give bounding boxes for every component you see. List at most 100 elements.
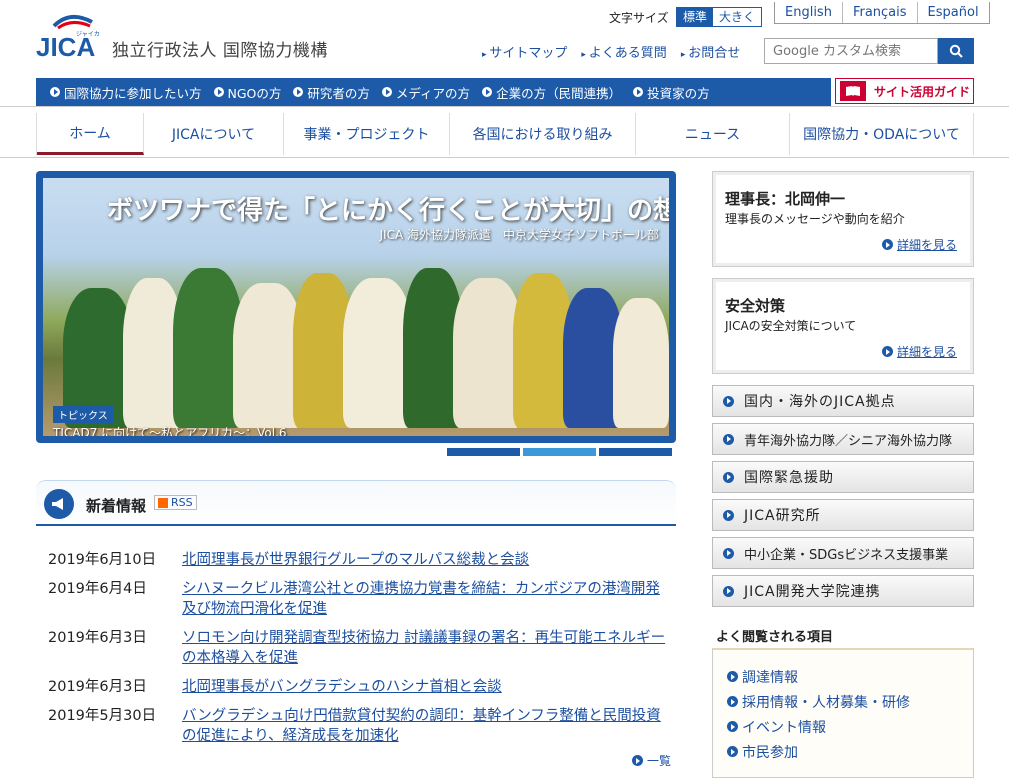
sidebar-link-label: JICA開発大学院連携 [744,584,881,600]
audience-item-ngo[interactable]: NGOの方 [213,83,282,102]
arrow-circle-icon [381,87,392,97]
card-more-link[interactable]: 詳細を見る [881,236,957,253]
search-input[interactable] [764,38,938,64]
arrow-circle-icon [723,509,734,521]
sidebar-link-research[interactable]: JICA研究所 [712,499,974,531]
nav-countries[interactable]: 各国における取り組み [450,113,636,155]
carousel-dot-1[interactable] [447,448,520,456]
audience-item-business[interactable]: 企業の方（民間連携） [482,83,621,102]
font-size-large-button[interactable]: 大きく [713,8,762,26]
hero-photo: ボツワナで得た「とにかく行くことが大切」の想い JICA 海外協力隊派遣 中京大… [43,178,669,436]
audience-item-participate[interactable]: 国際協力に参加したい方 [50,83,202,102]
carousel-dot-2[interactable] [523,448,596,456]
topic-tag: トピックス [53,406,113,423]
hero-subtitle: JICA 海外協力隊派遣 中京大学女子ソフトボール部 [379,228,659,242]
card-desc: JICAの安全対策について [725,319,857,333]
news-item: 2019年6月3日 ソロモン向け開発調査型技術協力 討議議事録の署名：再生可能エ… [48,628,678,668]
jica-logo[interactable]: JICA ジャイカ [36,12,100,62]
frequent-label: イベント情報 [742,719,826,736]
news-link[interactable]: シハヌークビル港湾公社との連携協力覚書を締結：カンボジアの港湾開発及び物流円滑化… [182,579,674,619]
arrow-circle-icon [727,746,738,757]
sidebar-link-label: 国内・海外のJICA拠点 [744,394,896,410]
nav-home[interactable]: ホーム [37,113,144,155]
search-box [764,38,974,64]
lang-spanish-link[interactable]: Español [918,2,989,23]
card-desc: 理事長のメッセージや動向を紹介 [725,212,905,226]
audience-item-investor[interactable]: 投資家の方 [633,83,710,102]
arrow-circle-icon [727,721,738,732]
search-icon [949,44,963,58]
nav-news[interactable]: ニュース [636,113,790,155]
audience-item-media[interactable]: メディアの方 [381,83,471,102]
utility-links: サイトマップ よくある質問 お問合せ [482,42,740,61]
arrow-circle-icon [881,346,893,357]
card-more-label: 詳細を見る [896,238,957,252]
news-link[interactable]: ソロモン向け開発調査型技術協力 討議議事録の署名：再生可能エネルギーの本格導入を… [182,628,674,668]
frequent-item[interactable]: 調達情報 [727,664,973,689]
safety-card: 安全対策 JICAの安全対策について 詳細を見る [712,278,974,374]
contact-link[interactable]: お問合せ [681,42,740,61]
audience-label: NGOの方 [227,85,282,101]
org-name: 独立行政法人 国際協力機構 [112,41,328,61]
hero-title: ボツワナで得た「とにかく行くことが大切」の想い [107,196,669,226]
site-guide-button[interactable]: サイト活用ガイド [835,78,974,104]
nav-oda[interactable]: 国際協力・ODAについて [790,113,974,155]
audience-nav: 国際協力に参加したい方 NGOの方 研究者の方 メディアの方 企業の方（民間連携… [36,78,831,106]
rss-link[interactable]: RSS [154,495,197,510]
arrow-circle-icon [213,87,224,97]
sitemap-link[interactable]: サイトマップ [482,42,567,61]
megaphone-icon [44,489,74,519]
frequent-label: 市民参加 [742,744,798,761]
lang-french-link[interactable]: Français [843,2,918,23]
rss-label: RSS [171,496,193,509]
frequent-title: よく閲覧される項目 [716,630,834,645]
frequent-item[interactable]: 採用情報・人材募集・研修 [727,689,973,714]
news-more-label: 一覧 [647,754,672,768]
font-size-label: 文字サイズ [609,11,669,25]
arrow-circle-icon [723,547,734,559]
card-more-link[interactable]: 詳細を見る [881,343,957,360]
frequent-item[interactable]: イベント情報 [727,714,973,739]
nav-projects[interactable]: 事業・プロジェクト [284,113,450,155]
news-date: 2019年6月3日 [48,679,147,695]
sidebar-link-label: 国際緊急援助 [744,470,834,486]
card-title: 安全対策 [725,297,786,315]
sidebar-link-sme[interactable]: 中小企業・SDGsビジネス支援事業 [712,537,974,569]
audience-label: メディアの方 [395,85,471,101]
sidebar-link-graduate[interactable]: JICA開発大学院連携 [712,575,974,607]
rss-icon [158,497,168,508]
president-card: 理事長：北岡伸一 理事長のメッセージや動向を紹介 詳細を見る [712,171,974,267]
sidebar-link-emergency[interactable]: 国際緊急援助 [712,461,974,493]
lang-english-link[interactable]: English [775,2,843,23]
sidebar-link-volunteers[interactable]: 青年海外協力隊／シニア海外協力隊 [712,423,974,455]
news-link[interactable]: 北岡理事長がバングラデシュのハシナ首相と会談 [182,677,674,697]
audience-label: 国際協力に参加したい方 [64,85,202,101]
search-button[interactable] [938,38,974,64]
audience-item-researcher[interactable]: 研究者の方 [293,83,370,102]
arrow-circle-icon [727,671,738,682]
arrow-circle-icon [633,87,644,97]
arrow-circle-icon [723,585,734,597]
frequent-label: 調達情報 [742,669,798,686]
language-switcher: English Français Español [774,2,990,24]
font-size-standard-button[interactable]: 標準 [677,8,714,26]
audience-label: 企業の方（民間連携） [496,85,622,101]
news-link[interactable]: 北岡理事長が世界銀行グループのマルパス総裁と会談 [182,550,674,570]
card-title: 理事長：北岡伸一 [725,190,846,208]
header-divider [0,106,1009,107]
hero-caption[interactable]: TICAD7 に向けて〜私とアフリカ〜：Vol.6 [53,424,287,436]
news-item: 2019年6月10日 北岡理事長が世界銀行グループのマルパス総裁と会談 [48,550,678,570]
book-icon [840,81,866,101]
hero-carousel[interactable]: ボツワナで得た「とにかく行くことが大切」の想い JICA 海外協力隊派遣 中京大… [36,171,676,443]
nav-about-jica[interactable]: JICAについて [144,113,284,155]
carousel-dot-3[interactable] [599,448,672,456]
news-more-link[interactable]: 一覧 [632,752,671,769]
frequent-item[interactable]: 市民参加 [727,739,973,764]
sidebar-link-label: 中小企業・SDGsビジネス支援事業 [744,547,949,563]
faq-link[interactable]: よくある質問 [581,42,667,61]
font-size-switcher: 標準 大きく [676,7,763,27]
news-item: 2019年5月30日 バングラデシュ向け円借款貸付契約の調印：基幹インフラ整備と… [48,706,678,746]
audience-label: 投資家の方 [647,85,710,101]
news-link[interactable]: バングラデシュ向け円借款貸付契約の調印：基幹インフラ整備と民間投資の促進により、… [182,706,674,746]
sidebar-link-offices[interactable]: 国内・海外のJICA拠点 [712,385,974,417]
